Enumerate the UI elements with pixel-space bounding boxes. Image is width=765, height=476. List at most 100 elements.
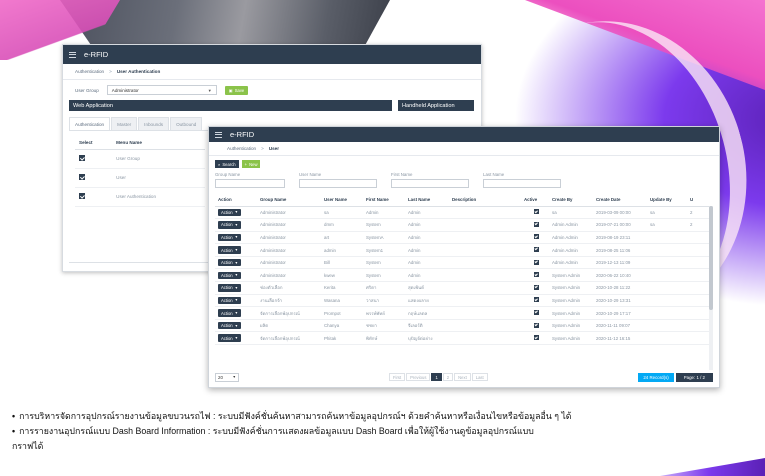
save-button[interactable]: ▣ Save: [224, 85, 249, 95]
table-cell: วาสนา: [363, 294, 405, 308]
table-cell: Phitak: [321, 331, 363, 346]
table-cell: System Admin: [549, 281, 593, 295]
hamburger-menu-icon[interactable]: [69, 51, 76, 58]
col-header: Create Date: [593, 194, 647, 207]
action-dropdown-button[interactable]: Action ▼: [218, 221, 242, 229]
action-dropdown-button[interactable]: Action ▼: [218, 208, 242, 217]
action-dropdown-button[interactable]: Action ▼: [218, 284, 242, 292]
user-list-window: e-RFID Authentication > User ⌕ Search + …: [208, 126, 720, 388]
chevron-down-icon: ▼: [232, 375, 236, 379]
tab-authentication[interactable]: Authentication: [69, 117, 111, 130]
action-dropdown-button[interactable]: Action ▼: [218, 296, 242, 305]
table-row: Action ▼ Administrator art SystemA Admin Admin…: [215, 231, 713, 245]
table-cell: System Admin: [549, 319, 593, 333]
table-row: User Authentication: [75, 187, 205, 207]
table-cell: art: [321, 231, 363, 245]
table-cell: [647, 331, 687, 346]
action-label: Action: [221, 209, 233, 215]
vertical-scrollbar[interactable]: [709, 206, 713, 370]
table-cell: Administrator: [257, 243, 321, 257]
scrollbar-thumb[interactable]: [709, 206, 713, 310]
table-cell: [449, 218, 521, 232]
action-dropdown-button[interactable]: Action ▼: [218, 321, 242, 330]
user-group-select[interactable]: Administrator ▼: [106, 85, 217, 95]
table-cell: [647, 306, 687, 320]
menu-checkbox[interactable]: [79, 155, 85, 161]
pager-button[interactable]: First: [389, 373, 406, 381]
menu-checkbox[interactable]: [79, 174, 85, 180]
chevron-down-icon: ▼: [234, 311, 239, 316]
table-cell: Prompot: [321, 306, 363, 320]
breadcrumb-current: User Authentication: [116, 69, 161, 74]
pager-button[interactable]: 1: [431, 373, 442, 381]
table-cell: System Admin: [549, 306, 593, 320]
breadcrumb-root[interactable]: Authentication: [75, 69, 104, 74]
table-cell: Admin: [363, 206, 405, 220]
action-dropdown-button[interactable]: Action ▼: [218, 233, 242, 242]
table-cell: Admin: [405, 218, 449, 232]
pager-button[interactable]: 2: [442, 373, 454, 381]
col-header: Action: [215, 194, 257, 207]
table-cell: Administrator: [257, 256, 321, 270]
group-name-input[interactable]: [215, 179, 285, 188]
table-cell: งานเลือกจ้า: [257, 294, 321, 308]
table-cell: Chanya: [321, 319, 363, 333]
caption-text: การรายงานอุปกรณ์แบบ Dash Board Informati…: [19, 426, 534, 436]
last-name-input[interactable]: [483, 179, 561, 188]
action-dropdown-button[interactable]: Action ▼: [218, 334, 242, 342]
action-dropdown-button[interactable]: Action ▼: [218, 309, 242, 317]
caption-text: กราฟได้: [12, 441, 44, 451]
chevron-down-icon: ▼: [234, 285, 239, 290]
user-group-label: User Group: [75, 87, 99, 93]
table-header-row: Action Group Name User Name First Name Last …: [215, 194, 713, 207]
table-cell: Admin Admin: [549, 243, 593, 257]
action-label: Action: [221, 285, 233, 291]
action-dropdown-button[interactable]: Action ▼: [218, 271, 242, 280]
bullet-icon: •: [12, 411, 16, 421]
table-cell: สุดเฟ้นต์: [405, 281, 449, 295]
table-cell: จีเลอร์ติ: [405, 319, 449, 333]
table-cell: จัดการเลือกพ์อุปกรณ์: [257, 306, 321, 320]
first-name-input[interactable]: [391, 179, 469, 188]
active-checkbox: [534, 234, 539, 240]
action-dropdown-button[interactable]: Action ▼: [218, 246, 242, 254]
table-cell: Admin: [405, 256, 449, 270]
menu-name: User Authentication: [112, 187, 205, 207]
table-cell: System Admin: [549, 331, 593, 346]
breadcrumb-root[interactable]: Authentication: [227, 146, 256, 151]
slide: e-RFID Authentication > User Authenticat…: [0, 0, 765, 476]
pager-button[interactable]: Next: [454, 373, 471, 381]
table-cell: 2020-10-28 11:22: [593, 281, 647, 295]
tab-outbound[interactable]: Outbound: [170, 117, 203, 130]
pager-button[interactable]: Previous: [406, 373, 431, 381]
chevron-down-icon: ▼: [234, 248, 239, 253]
action-dropdown-button[interactable]: Action ▼: [218, 258, 242, 267]
hamburger-menu-icon[interactable]: [215, 131, 222, 138]
active-checkbox: [534, 259, 539, 265]
pager-button[interactable]: Last: [471, 373, 488, 381]
table-row: Action ▼ ช่องตัวเลือก Kerita ศริตา สุดเฟ้นต์ S…: [215, 281, 713, 295]
chevron-down-icon: ▼: [234, 298, 239, 303]
menu-checkbox[interactable]: [79, 193, 85, 199]
table-cell: 2020-11-12 16:15: [593, 331, 647, 346]
active-checkbox: [534, 297, 539, 303]
table-row: User Group: [75, 149, 205, 169]
action-label: Action: [221, 234, 233, 240]
new-button[interactable]: + New: [241, 160, 261, 168]
table-row: Action ▼ จัดการเลือกพ์อุปกรณ์ Phitak พิทักษ์…: [215, 331, 713, 346]
tab-inbounds[interactable]: Inbounds: [138, 117, 170, 130]
table-cell: 2020-10-29 13:31: [593, 294, 647, 308]
chevron-down-icon: ▼: [234, 260, 239, 265]
caption-text: การบริหารจัดการอุปกรณ์รายงานข้อมูลขบวนรถ…: [19, 411, 572, 421]
table-cell: [647, 281, 687, 295]
save-icon: ▣: [228, 87, 233, 93]
search-button[interactable]: ⌕ Search: [215, 160, 239, 168]
active-checkbox: [534, 310, 539, 316]
page-size-select[interactable]: 20 ▼: [215, 372, 239, 382]
col-header: User Name: [321, 194, 363, 207]
table-cell: Kerita: [321, 281, 363, 295]
user-name-input[interactable]: [299, 179, 377, 188]
col-header: U: [687, 194, 713, 207]
breadcrumb: Authentication > User Authentication: [63, 64, 481, 80]
tab-master[interactable]: Master: [111, 117, 138, 130]
